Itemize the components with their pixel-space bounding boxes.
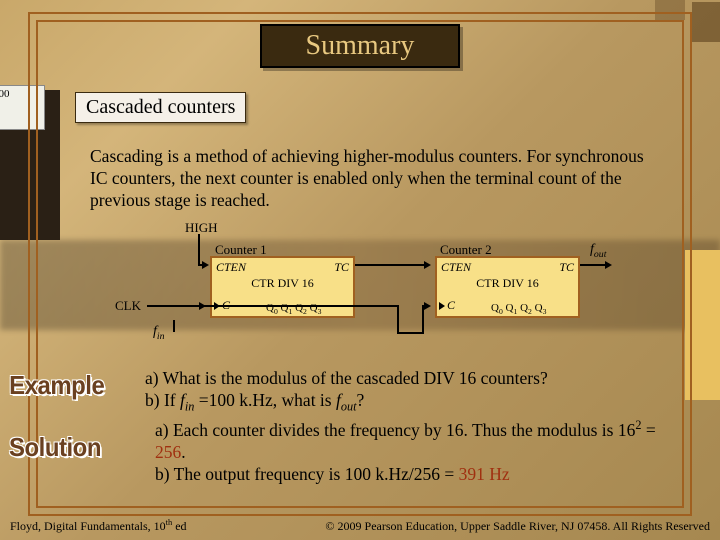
- answer-a: a) Each counter divides the frequency by…: [155, 418, 675, 464]
- page-title: Summary: [306, 30, 415, 62]
- wire: [397, 332, 422, 334]
- fout-label: fout: [590, 242, 606, 260]
- wire: [147, 305, 397, 307]
- q-pins: Q0 Q1 Q2 Q3: [491, 302, 546, 316]
- cten-pin: CTEN: [216, 260, 246, 275]
- questions: a) What is the modulus of the cascaded D…: [145, 368, 675, 415]
- c-pin: C: [447, 298, 455, 313]
- body-paragraph: Cascading is a method of achieving highe…: [90, 146, 650, 212]
- div-label: CTR DIV 16: [212, 276, 353, 291]
- counter2-box: CTEN TC CTR DIV 16 C Q0 Q1 Q2 Q3: [435, 256, 580, 318]
- tc-pin: TC: [559, 260, 574, 275]
- wire: [195, 305, 204, 307]
- subtitle-box: Cascaded counters: [75, 92, 246, 123]
- tc-pin: TC: [334, 260, 349, 275]
- footer-left: Floyd, Digital Fundamentals, 10th ed: [10, 518, 187, 534]
- wire: [173, 320, 175, 332]
- solution-heading: Solution: [9, 432, 101, 463]
- question-b: b) If fin =100 k.Hz, what is fout?: [145, 390, 675, 415]
- cten-pin: CTEN: [441, 260, 471, 275]
- question-a: a) What is the modulus of the cascaded D…: [145, 368, 675, 390]
- div-label: CTR DIV 16: [437, 276, 578, 291]
- title-box: Summary: [260, 24, 460, 68]
- example-heading: Example: [9, 370, 104, 401]
- wire: [198, 264, 207, 266]
- wire: [580, 264, 610, 266]
- fin-label: fin: [153, 324, 165, 342]
- answers: a) Each counter divides the frequency by…: [155, 418, 675, 485]
- answer-b: b) The output frequency is 100 k.Hz/256 …: [155, 464, 675, 486]
- wire: [422, 305, 429, 307]
- counter1-box: CTEN TC CTR DIV 16 C Q0 Q1 Q2 Q3: [210, 256, 355, 318]
- cascaded-diagram: HIGH Counter 1 Counter 2 fout CTEN TC CT…: [135, 220, 615, 360]
- deco-square: [692, 2, 720, 42]
- wire: [355, 264, 429, 266]
- subtitle-text: Cascaded counters: [86, 96, 235, 118]
- clock-tri-icon: [439, 302, 445, 310]
- clk-label: CLK: [115, 298, 141, 314]
- high-label: HIGH: [185, 220, 218, 236]
- footer-right: © 2009 Pearson Education, Upper Saddle R…: [325, 519, 710, 534]
- wire: [198, 234, 200, 264]
- wire: [397, 305, 399, 333]
